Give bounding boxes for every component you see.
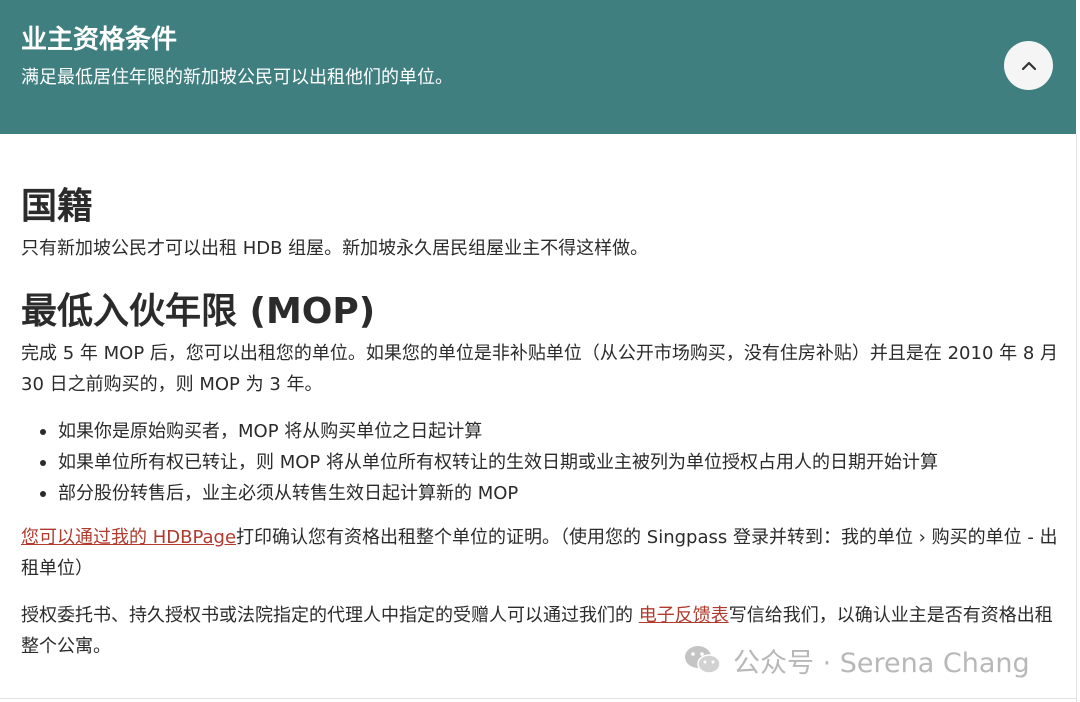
panel-border-bottom	[0, 698, 1077, 699]
bullet-dot	[40, 460, 46, 466]
print-proof-paragraph: 您可以通过我的 HDBPage打印确认您有资格出租整个单位的证明。（使用您的 S…	[21, 522, 1061, 584]
mop-heading: 最低入伙年限 (MOP)	[21, 291, 376, 332]
watermark-text: 公众号 · Serena Chang	[733, 647, 1030, 679]
poa-text-before: 授权委托书、持久授权书或法院指定的代理人中指定的受赠人可以通过我们的	[21, 605, 639, 626]
list-item: 如果你是原始购买者，MOP 将从购买单位之日起计算	[40, 416, 1040, 447]
nationality-heading: 国籍	[21, 186, 94, 227]
chevron-up-icon	[1021, 61, 1036, 70]
nationality-text: 只有新加坡公民才可以出租 HDB 组屋。新加坡永久居民组屋业主不得这样做。	[21, 238, 649, 259]
mop-text: 完成 5 年 MOP 后，您可以出租您的单位。如果您的单位是非补贴单位（从公开市…	[21, 343, 1059, 395]
mop-bullet-list: 如果你是原始购买者，MOP 将从购买单位之日起计算 如果单位所有权已转让，则 M…	[40, 416, 1040, 509]
e-feedback-form-link[interactable]: 电子反馈表	[639, 605, 729, 626]
bullet-text: 部分股份转售后，业主必须从转售生效日起计算新的 MOP	[58, 483, 519, 504]
eligibility-header: 业主资格条件 满足最低居住年限的新加坡公民可以出租他们的单位。	[0, 0, 1076, 134]
wechat-icon	[685, 646, 721, 674]
list-item: 部分股份转售后，业主必须从转售生效日起计算新的 MOP	[40, 478, 1040, 509]
watermark: 公众号 · Serena Chang	[683, 640, 1030, 680]
bullet-dot	[40, 491, 46, 497]
bullet-dot	[40, 429, 46, 435]
header-title: 业主资格条件	[21, 25, 178, 55]
bullet-text: 如果你是原始购买者，MOP 将从购买单位之日起计算	[58, 421, 483, 442]
list-item: 如果单位所有权已转让，则 MOP 将从单位所有权转让的生效日期或业主被列为单位授…	[40, 447, 1040, 478]
header-subtitle: 满足最低居住年限的新加坡公民可以出租他们的单位。	[21, 67, 453, 88]
collapse-button[interactable]	[1004, 41, 1053, 90]
my-hdbpage-link[interactable]: 您可以通过我的 HDBPage	[21, 527, 236, 548]
bullet-text: 如果单位所有权已转让，则 MOP 将从单位所有权转让的生效日期或业主被列为单位授…	[58, 452, 938, 473]
panel-border	[1076, 134, 1077, 702]
